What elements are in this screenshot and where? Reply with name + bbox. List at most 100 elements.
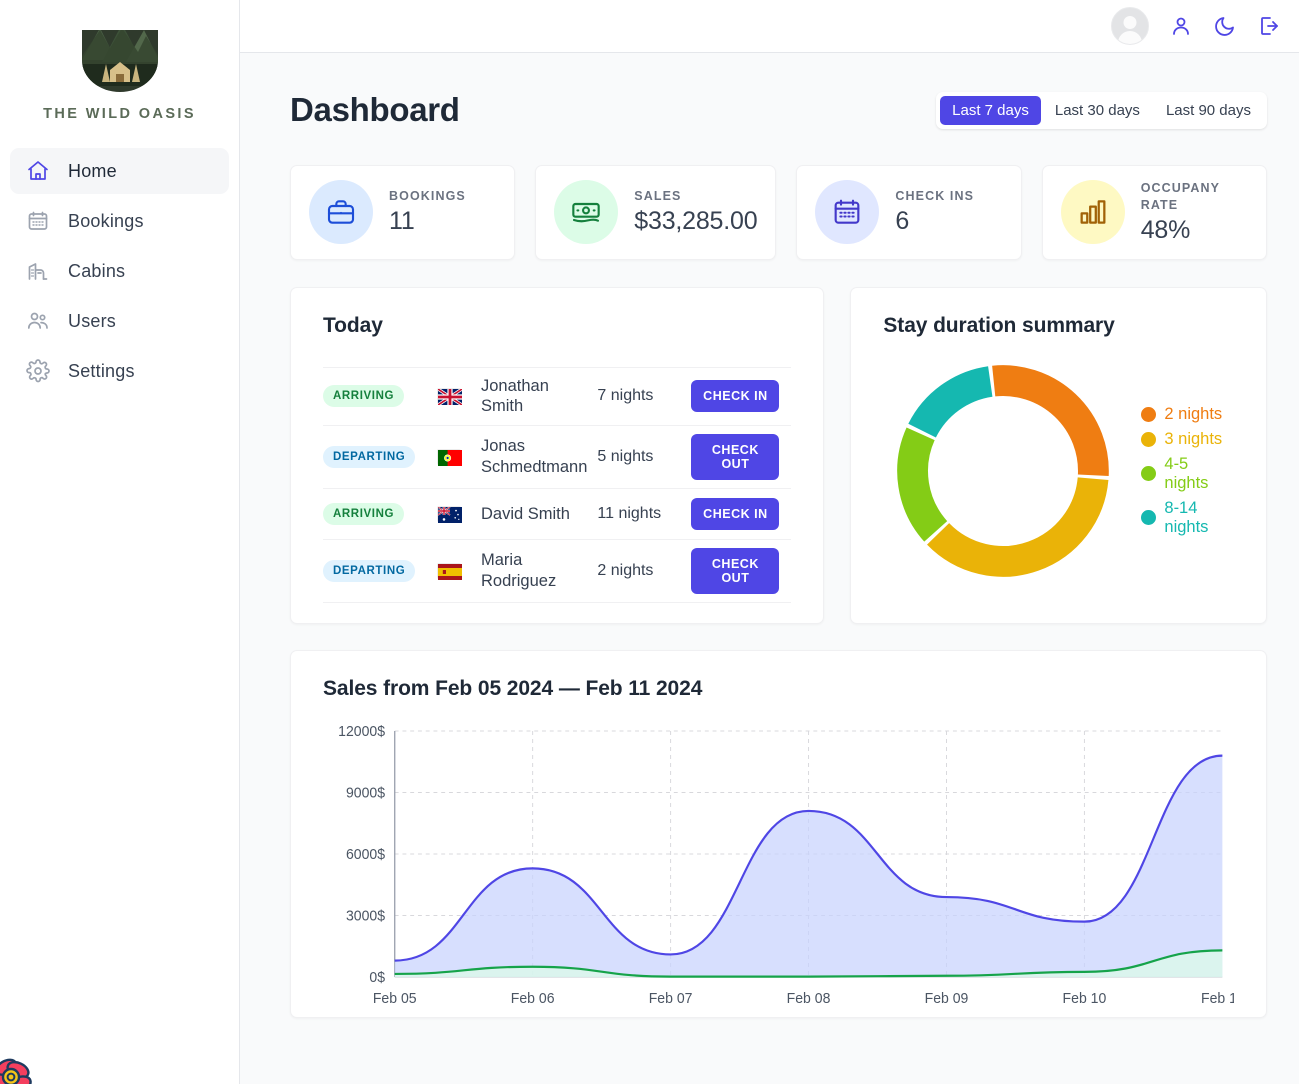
sales-chart-title: Sales from Feb 05 2024 — Feb 11 2024 [323, 676, 703, 700]
stat-value: 11 [389, 207, 415, 236]
svg-text:Feb 08: Feb 08 [787, 991, 831, 1007]
users-icon [26, 309, 50, 333]
legend-dot-icon [1141, 466, 1157, 482]
top-header [240, 0, 1299, 53]
banknote-icon [554, 180, 619, 245]
guest-name: David Smith [481, 504, 570, 523]
svg-text:9000$: 9000$ [346, 785, 385, 801]
bar-chart-icon [1060, 180, 1125, 245]
check-out-button[interactable]: Check out [691, 434, 780, 480]
sidebar-item-label: Users [68, 310, 117, 331]
brand-name: THE WILD OASIS [43, 106, 196, 122]
home-icon [26, 159, 50, 183]
stat-title: Occupany rate [1140, 181, 1220, 212]
svg-text:Feb 09: Feb 09 [925, 991, 969, 1007]
check-in-button[interactable]: Check in [691, 380, 780, 413]
sidebar-item-cabins[interactable]: Cabins [10, 248, 229, 294]
stat-card-occupancy-rate: Occupany rate 48% [1041, 165, 1267, 260]
guest-name: Maria Rodriguez [481, 551, 557, 590]
sidebar-item-label: Cabins [68, 260, 126, 281]
calendar-icon [815, 180, 880, 245]
svg-text:6000$: 6000$ [346, 847, 385, 863]
sidebar-nav: Home Bookings Cabins Users Settings [0, 148, 239, 394]
moon-icon[interactable] [1213, 14, 1237, 38]
sidebar: THE WILD OASIS Home Bookings Cabins User… [0, 0, 240, 1084]
svg-text:3000$: 3000$ [346, 908, 385, 924]
dashboard-content: Dashboard Last 7 days Last 30 days Last … [240, 53, 1299, 1084]
status-badge: Departing [323, 560, 416, 582]
filter-last-30-days[interactable]: Last 30 days [1043, 96, 1152, 125]
briefcase-icon [309, 180, 373, 245]
gear-icon [26, 359, 50, 383]
avatar[interactable] [1111, 7, 1149, 45]
legend-label: 8-14 nights [1164, 498, 1209, 536]
sales-chart-panel: Sales from Feb 05 2024 — Feb 11 2024 0$ 3… [290, 649, 1267, 1018]
sidebar-item-label: Home [68, 160, 117, 181]
guest-name: Jonathan Smith [481, 376, 549, 416]
cabin-icon [26, 259, 50, 283]
check-in-button[interactable]: Check in [691, 498, 780, 530]
page-header: Dashboard Last 7 days Last 30 days Last … [290, 91, 1267, 129]
legend-dot-icon [1141, 510, 1157, 526]
sidebar-item-label: Settings [68, 360, 135, 381]
main-area: Dashboard Last 7 days Last 30 days Last … [240, 0, 1299, 1084]
status-badge: Departing [323, 446, 416, 468]
sidebar-item-label: Bookings [68, 210, 144, 231]
nights-count: 2 nights [597, 562, 654, 579]
donut-legend: 2 nights 3 nights 4-5 nights 8-14 nights [1141, 405, 1234, 537]
flag-spain-icon [437, 563, 462, 580]
check-out-button[interactable]: Check out [691, 548, 780, 594]
donut-chart [883, 356, 1123, 586]
panels-row: Today Arriving Jonathan Smith 7 nights C… [290, 286, 1267, 624]
stat-card-check-ins: Check ins 6 [796, 165, 1022, 260]
stat-title: Check ins [895, 189, 975, 204]
stat-value: 6 [895, 207, 910, 236]
table-row: Arriving Jonathan Smith 7 nights Check i… [323, 366, 792, 425]
stat-value: $33,285.00 [634, 207, 758, 236]
stat-title: Sales [634, 189, 682, 204]
stat-card-sales: Sales $33,285.00 [535, 165, 777, 260]
legend-item: 3 nights [1141, 430, 1234, 449]
nights-count: 7 nights [597, 387, 654, 405]
stay-duration-panel: Stay duration summary 2 nights 3 nights [850, 286, 1267, 624]
status-badge: Arriving [323, 503, 405, 525]
stat-value: 48% [1140, 215, 1191, 244]
stat-title: Bookings [389, 189, 466, 204]
flag-australia-icon [437, 506, 462, 523]
today-panel: Today Arriving Jonathan Smith 7 nights C… [290, 286, 825, 624]
table-row: Departing Jonas Schmedtmann 5 nights Che… [323, 425, 792, 488]
sidebar-item-home[interactable]: Home [10, 148, 229, 194]
flag-portugal-icon [437, 449, 462, 466]
stat-cards: Bookings 11 Sales $33,285.00 [290, 165, 1267, 260]
today-title: Today [323, 313, 383, 337]
sales-area-chart: 0$ 3000$ 6000$ 9000$ 12000$ Feb 05 Feb 06 Feb 0… [323, 723, 1244, 1013]
legend-item: 2 nights [1141, 405, 1234, 424]
stay-duration-title: Stay duration summary [883, 313, 1115, 337]
donut-chart-area: 2 nights 3 nights 4-5 nights 8-14 nights [883, 356, 1234, 586]
legend-item: 8-14 nights [1141, 499, 1234, 537]
logo: THE WILD OASIS [0, 14, 239, 148]
legend-item: 4-5 nights [1141, 455, 1234, 493]
filter-last-90-days[interactable]: Last 90 days [1154, 96, 1263, 125]
svg-text:12000$: 12000$ [338, 724, 385, 740]
sidebar-item-users[interactable]: Users [10, 298, 229, 344]
nights-count: 11 nights [597, 505, 662, 522]
filter-last-7-days[interactable]: Last 7 days [940, 95, 1041, 125]
svg-text:Feb 05: Feb 05 [373, 991, 417, 1007]
table-row: Departing Maria Rodriguez 2 nights Check… [323, 539, 792, 603]
sidebar-item-settings[interactable]: Settings [10, 348, 229, 394]
legend-dot-icon [1141, 431, 1157, 447]
user-icon[interactable] [1169, 14, 1193, 38]
svg-text:Feb 06: Feb 06 [511, 991, 555, 1007]
svg-text:Feb 11: Feb 11 [1201, 991, 1234, 1007]
mountain-cabin-logo-icon [76, 20, 164, 92]
guest-name: Jonas Schmedtmann [481, 437, 588, 476]
toast-flower-icon [0, 1050, 38, 1084]
svg-text:Feb 07: Feb 07 [649, 991, 693, 1007]
legend-label: 3 nights [1164, 429, 1223, 448]
sidebar-item-bookings[interactable]: Bookings [10, 198, 229, 244]
today-activity-list: Arriving Jonathan Smith 7 nights Check i… [323, 366, 792, 603]
legend-label: 2 nights [1164, 404, 1223, 423]
nights-count: 5 nights [597, 448, 654, 465]
logout-icon[interactable] [1257, 14, 1281, 38]
